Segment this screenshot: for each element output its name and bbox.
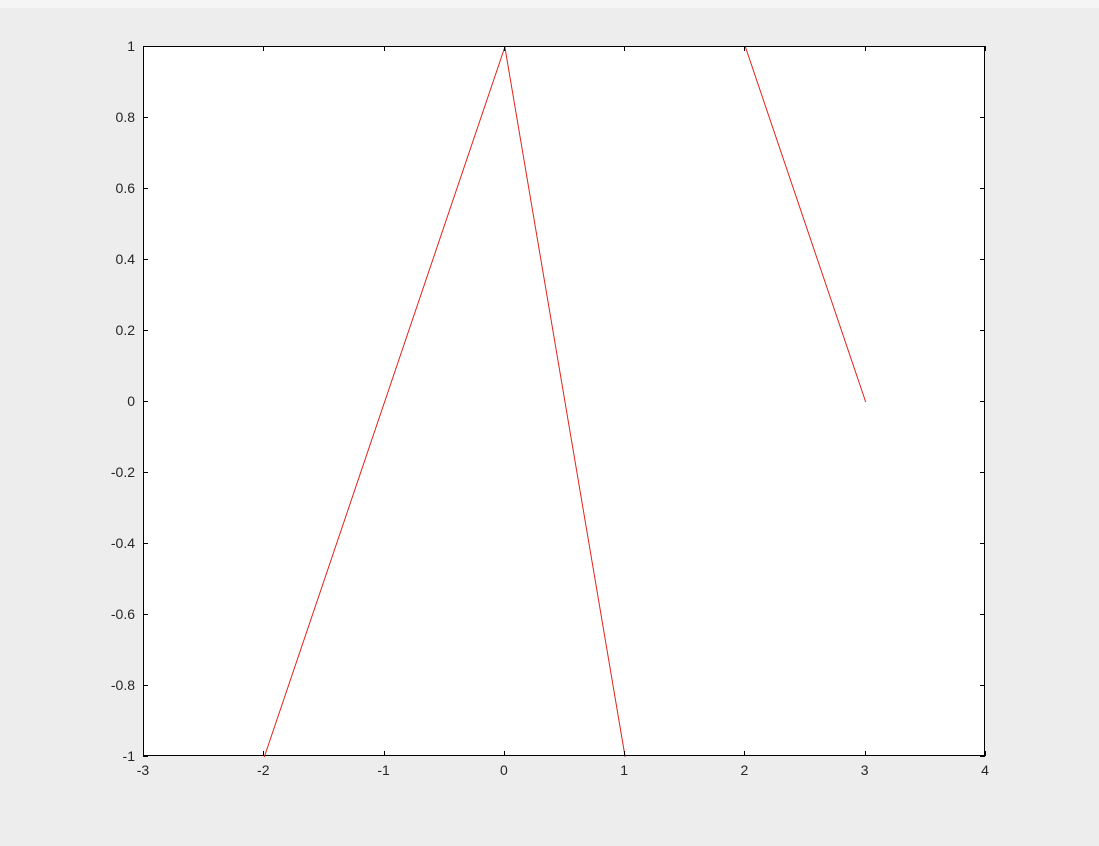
x-tick-label: -3	[137, 762, 149, 778]
y-tick-mark	[980, 543, 985, 544]
y-tick-mark	[143, 543, 148, 544]
x-tick-label: 3	[861, 762, 869, 778]
x-tick-mark	[384, 751, 385, 756]
x-tick-mark	[263, 751, 264, 756]
y-tick-mark	[980, 614, 985, 615]
y-tick-mark	[980, 46, 985, 47]
y-tick-mark	[980, 117, 985, 118]
y-tick-mark	[143, 685, 148, 686]
x-tick-label: -1	[377, 762, 389, 778]
y-tick-label: 1	[127, 38, 135, 54]
x-tick-mark	[504, 751, 505, 756]
x-tick-mark	[384, 46, 385, 51]
y-tick-mark	[143, 46, 148, 47]
y-tick-label: 0.4	[116, 251, 135, 267]
y-tick-label: 0.6	[116, 180, 135, 196]
y-tick-label: 0	[127, 393, 135, 409]
x-tick-label: 0	[500, 762, 508, 778]
y-tick-mark	[143, 472, 148, 473]
y-tick-mark	[143, 614, 148, 615]
x-tick-mark	[985, 46, 986, 51]
y-tick-label: 0.2	[116, 322, 135, 338]
y-tick-mark	[980, 472, 985, 473]
y-tick-mark	[143, 330, 148, 331]
x-tick-label: 1	[620, 762, 628, 778]
y-tick-mark	[143, 259, 148, 260]
x-tick-mark	[985, 751, 986, 756]
x-tick-mark	[504, 46, 505, 51]
x-tick-mark	[624, 46, 625, 51]
y-tick-mark	[980, 401, 985, 402]
plot-area	[144, 47, 984, 755]
y-tick-mark	[143, 188, 148, 189]
line-series	[264, 47, 625, 757]
y-tick-label: -0.4	[111, 535, 135, 551]
x-tick-mark	[865, 751, 866, 756]
x-tick-label: 4	[981, 762, 989, 778]
y-tick-mark	[980, 188, 985, 189]
y-tick-label: -0.6	[111, 606, 135, 622]
x-tick-mark	[744, 46, 745, 51]
y-tick-mark	[980, 259, 985, 260]
x-tick-mark	[865, 46, 866, 51]
x-tick-mark	[744, 751, 745, 756]
y-tick-label: -0.2	[111, 464, 135, 480]
y-tick-mark	[143, 401, 148, 402]
line-series	[745, 47, 865, 402]
x-tick-label: -2	[257, 762, 269, 778]
figure-window: -3 -2 -1 0 1 2 3 4 -1 -0.8 -0.6 -0.4 -0.2 0 0.2 0.4 0.6 0…	[0, 8, 1099, 846]
y-tick-mark	[143, 756, 148, 757]
y-tick-mark	[143, 117, 148, 118]
y-tick-label: -1	[123, 748, 135, 764]
x-tick-mark	[624, 751, 625, 756]
x-tick-label: 2	[741, 762, 749, 778]
y-tick-mark	[980, 685, 985, 686]
axes	[143, 46, 985, 756]
y-tick-label: 0.8	[116, 109, 135, 125]
y-tick-mark	[980, 330, 985, 331]
x-tick-mark	[263, 46, 264, 51]
y-tick-label: -0.8	[111, 677, 135, 693]
y-tick-mark	[980, 756, 985, 757]
